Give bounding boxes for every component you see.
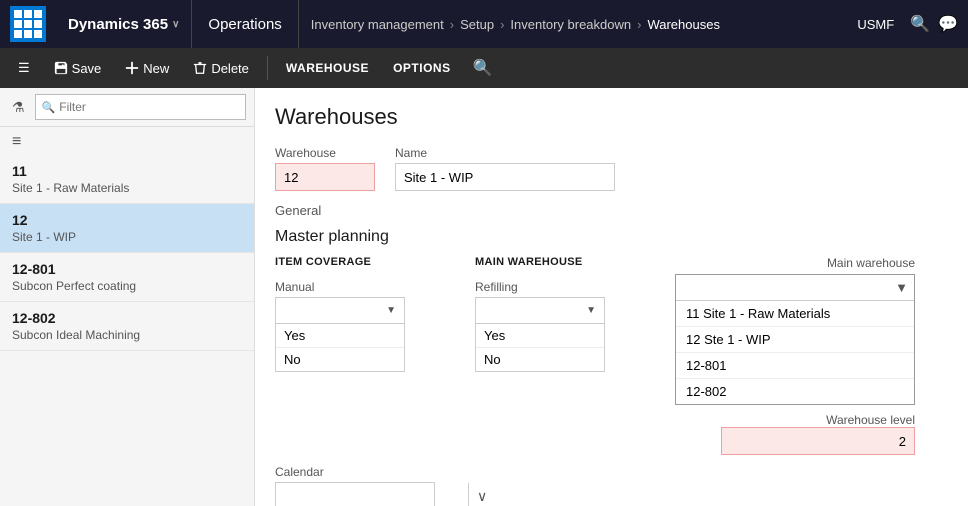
options-menu-button[interactable]: OPTIONS [383,52,461,84]
manual-dropdown-header[interactable]: ▼ [276,298,404,324]
list-item-11-title: 11 [12,163,242,179]
refilling-dropdown-header[interactable]: ▼ [476,298,604,324]
list-item-12-802-sub: Subcon Ideal Machining [12,328,242,342]
company-label: USMF [857,17,894,32]
breadcrumb-item-3[interactable]: Inventory breakdown [510,17,631,32]
module-label: Operations [192,0,298,48]
manual-dropdown[interactable]: ▼ Yes No [275,297,405,372]
list-item-11-sub: Site 1 - Raw Materials [12,181,242,195]
warehouse-list: 11 Site 1 - Raw Materials 12 Site 1 - WI… [0,155,254,506]
filter-search-icon: 🔍 [42,101,56,114]
brand-label: Dynamics 365 [68,16,168,33]
toolbar-divider [267,56,268,80]
page-title: Warehouses [275,104,948,130]
refilling-yes-option[interactable]: Yes [476,324,604,348]
name-field: Name [395,146,615,191]
item-coverage-header: ITEM COVERAGE [275,256,445,272]
breadcrumb-item-2[interactable]: Setup [460,17,494,32]
main-warehouse-arrow-icon: ▼ [895,280,908,295]
list-item-12[interactable]: 12 Site 1 - WIP [0,204,254,253]
main-warehouse-col-label: Main warehouse [675,256,915,270]
calendar-input-wrap[interactable]: ∨ [275,482,435,506]
mw-option-12-802[interactable]: 12-802 [676,379,914,404]
calendar-chevron-button[interactable]: ∨ [468,483,495,506]
list-item-12-sub: Site 1 - WIP [12,230,242,244]
main-warehouse-right-col: Main warehouse ▼ 11 Site 1 - Raw Materia… [675,256,915,455]
filter-input-wrap[interactable]: 🔍 [35,94,246,120]
warehouse-level-label: Warehouse level [826,413,915,427]
list-item-11[interactable]: 11 Site 1 - Raw Materials [0,155,254,204]
new-button[interactable]: New [115,52,179,84]
mw-option-12[interactable]: 12 Ste 1 - WIP [676,327,914,353]
manual-label: Manual [275,280,445,294]
calendar-input[interactable] [276,489,468,504]
hamburger-button[interactable]: ☰ [8,52,40,84]
warehouse-label: Warehouse [275,146,375,160]
calendar-field: Calendar ∨ [275,465,948,506]
refilling-label: Refilling [475,280,645,294]
manual-dropdown-arrow-icon: ▼ [386,305,396,316]
calendar-label: Calendar [275,465,948,479]
main-warehouse-header: MAIN WAREHOUSE [475,256,645,272]
manual-no-option[interactable]: No [276,348,404,371]
chat-icon[interactable]: 💬 [938,14,958,34]
warehouse-name-row: Warehouse Name [275,146,948,191]
brand-chevron-icon: ∨ [172,19,179,30]
master-planning-grid: ITEM COVERAGE Manual ▼ Yes No [275,256,948,455]
list-item-12-801-title: 12-801 [12,261,242,277]
refilling-no-option[interactable]: No [476,348,604,371]
main-warehouse-col: MAIN WAREHOUSE Refilling ▼ Yes No [475,256,645,455]
sidebar-toolbar: ⚗ 🔍 [0,88,254,127]
delete-button[interactable]: Delete [183,52,259,84]
warehouse-field: Warehouse [275,146,375,191]
mw-option-11[interactable]: 11 Site 1 - Raw Materials [676,301,914,327]
sort-button[interactable]: ≡ [8,131,25,153]
list-item-12-title: 12 [12,212,242,228]
name-label: Name [395,146,615,160]
top-navigation: Dynamics 365 ∨ Operations Inventory mana… [0,0,968,48]
list-item-12-802-title: 12-802 [12,310,242,326]
delete-icon [193,61,207,75]
refilling-dropdown[interactable]: ▼ Yes No [475,297,605,372]
mw-option-12-801[interactable]: 12-801 [676,353,914,379]
global-search-icon[interactable]: 🔍 [910,14,930,34]
warehouse-menu-button[interactable]: WAREHOUSE [276,52,379,84]
warehouse-input[interactable] [275,163,375,191]
general-section-label: General [275,203,948,218]
waffle-menu[interactable] [10,6,46,42]
save-button[interactable]: Save [44,52,112,84]
save-icon [54,61,68,75]
content-area: Warehouses Warehouse Name General Master… [255,88,968,506]
breadcrumb-item-4: Warehouses [647,17,720,32]
toolbar: ☰ Save New Delete WAREHOUSE OPTIONS 🔍 [0,48,968,88]
master-planning-title: Master planning [275,228,948,246]
name-input[interactable] [395,163,615,191]
new-icon [125,61,139,75]
breadcrumb-item-1[interactable]: Inventory management [311,17,444,32]
sidebar: ⚗ 🔍 ≡ 11 Site 1 - Raw Materials 12 Site … [0,88,255,506]
main-layout: ⚗ 🔍 ≡ 11 Site 1 - Raw Materials 12 Site … [0,88,968,506]
list-item-12-802[interactable]: 12-802 Subcon Ideal Machining [0,302,254,351]
list-item-12-801[interactable]: 12-801 Subcon Perfect coating [0,253,254,302]
list-item-12-801-sub: Subcon Perfect coating [12,279,242,293]
filter-toggle-button[interactable]: ⚗ [8,97,29,118]
item-coverage-col: ITEM COVERAGE Manual ▼ Yes No [275,256,445,455]
calendar-row: Calendar ∨ [275,465,948,506]
breadcrumb: Inventory management › Setup › Inventory… [299,17,858,32]
filter-input[interactable] [59,100,239,114]
brand-link[interactable]: Dynamics 365 ∨ [56,0,192,48]
warehouse-level-input[interactable] [721,427,915,455]
main-warehouse-dropdown-header[interactable]: ▼ [676,275,914,301]
refilling-dropdown-arrow-icon: ▼ [586,305,596,316]
toolbar-search-button[interactable]: 🔍 [473,58,493,78]
manual-yes-option[interactable]: Yes [276,324,404,348]
main-warehouse-dropdown[interactable]: ▼ 11 Site 1 - Raw Materials 12 Ste 1 - W… [675,274,915,405]
hamburger-icon: ☰ [18,60,30,76]
